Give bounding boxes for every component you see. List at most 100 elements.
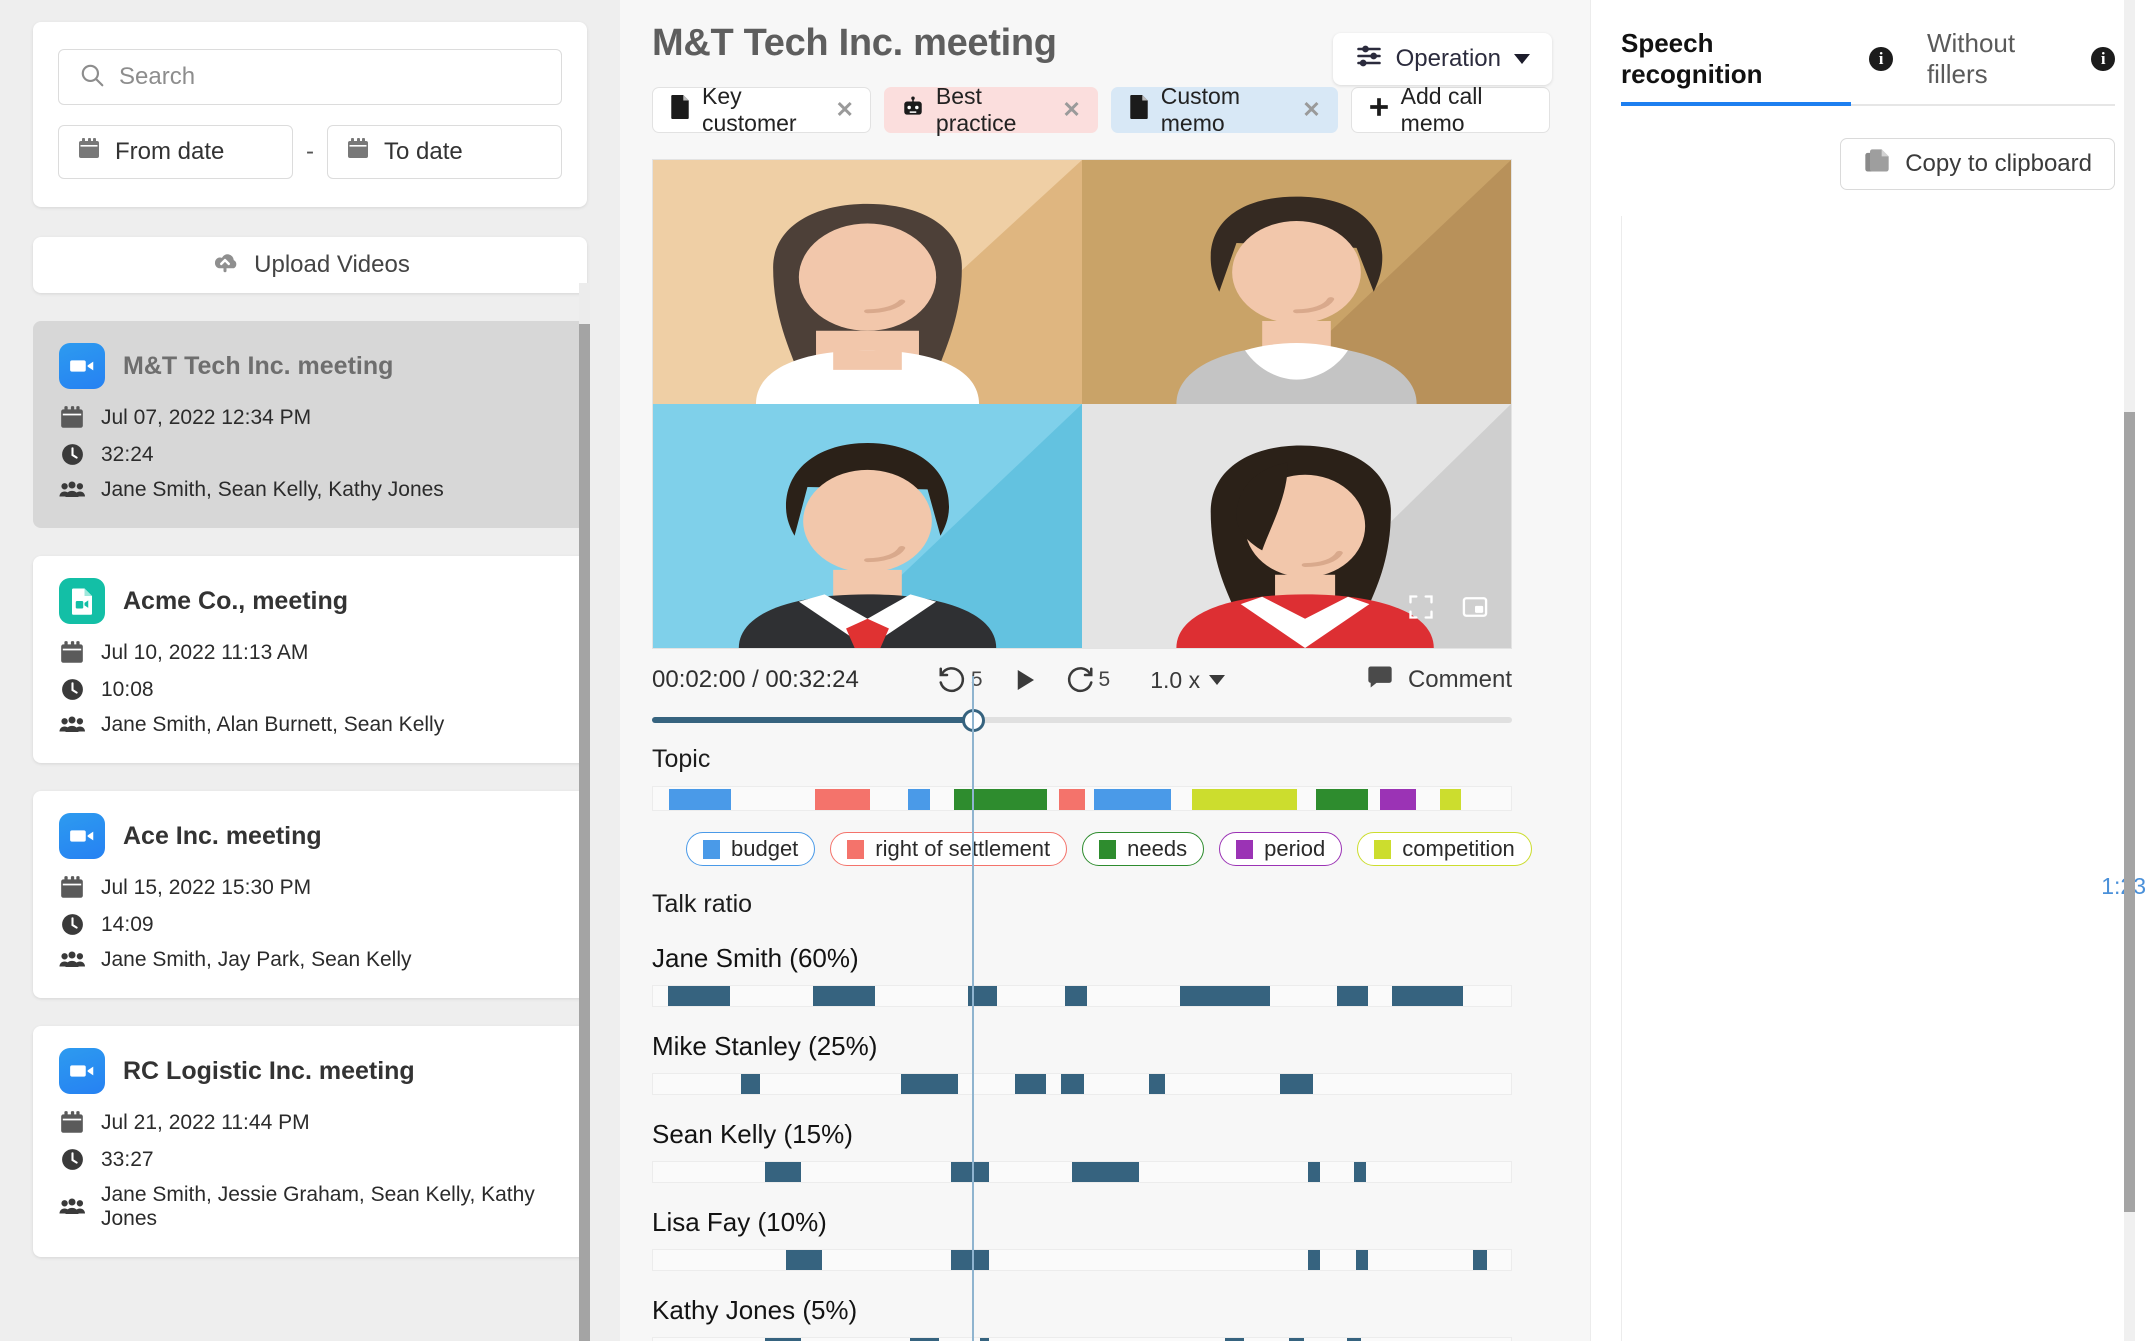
topic-legend: budget right of settlement needs period …	[652, 832, 1550, 866]
transcript-scrollbar-thumb[interactable]	[2124, 412, 2135, 1212]
topic-legend-item[interactable]: period	[1219, 832, 1343, 866]
date-separator: -	[306, 138, 314, 165]
talk-ratio-segment	[1308, 1162, 1321, 1182]
calendar-icon	[59, 1110, 85, 1136]
talk-ratio-timeline[interactable]	[652, 1161, 1512, 1183]
close-icon[interactable]: ✕	[835, 97, 853, 123]
talk-ratio-segment	[1356, 1250, 1368, 1270]
participant-tile-3	[653, 404, 1082, 648]
meeting-participants-row: Jane Smith, Alan Burnett, Sean Kelly	[59, 713, 561, 737]
participant-tile-1	[653, 160, 1082, 404]
meeting-date-row: Jul 07, 2022 12:34 PM	[59, 405, 561, 431]
meeting-duration: 10:08	[101, 677, 154, 701]
talk-ratio-segment	[1060, 1074, 1085, 1094]
meeting-date: Jul 07, 2022 12:34 PM	[101, 406, 312, 429]
playback-speed-value: 1.0 x	[1150, 666, 1201, 693]
zoom-icon	[59, 343, 105, 389]
meeting-participants: Jane Smith, Sean Kelly, Kathy Jones	[101, 478, 444, 501]
talk-ratio-timeline[interactable]	[652, 1073, 1512, 1095]
copy-to-clipboard-button[interactable]: Copy to clipboard	[1840, 138, 2115, 190]
meeting-list-item[interactable]: Acme Co., meeting Jul 10, 2022 11:13 AM …	[33, 556, 587, 763]
talk-ratio-segment	[1148, 1074, 1166, 1094]
topic-segment[interactable]	[1094, 789, 1171, 810]
close-icon[interactable]: ✕	[1302, 97, 1320, 123]
talk-ratio-timeline[interactable]	[652, 985, 1512, 1007]
topic-segment[interactable]	[1192, 789, 1297, 810]
comment-icon	[1366, 663, 1394, 698]
add-call-memo-button[interactable]: Add call memo	[1350, 83, 1550, 136]
forward-button[interactable]: 5	[1065, 665, 1110, 695]
tab-without-fillers[interactable]: Without fillers i	[1927, 28, 2115, 106]
play-button[interactable]	[1009, 665, 1039, 695]
talk-ratio-segment	[765, 1162, 801, 1182]
topic-legend-item[interactable]: budget	[686, 832, 816, 866]
memo-chip-row: Key customer ✕ Best practice ✕ Custom me…	[652, 83, 1550, 136]
to-date-input[interactable]: To date	[327, 125, 562, 179]
meeting-duration-row: 14:09	[59, 912, 561, 937]
topic-legend-item[interactable]: needs	[1082, 832, 1205, 866]
memo-chip[interactable]: Key customer ✕	[652, 83, 871, 136]
talk-ratio-timeline[interactable]	[652, 1249, 1512, 1271]
topic-segment[interactable]	[908, 789, 930, 810]
meeting-participants-row: Jane Smith, Jessie Graham, Sean Kelly, K…	[59, 1183, 561, 1231]
talk-ratio-row: Lisa Fay (10%)	[652, 1207, 1550, 1271]
talk-ratio-segment	[786, 1250, 823, 1270]
memo-chip[interactable]: Best practice ✕	[883, 83, 1098, 136]
operation-button[interactable]: Operation	[1332, 33, 1552, 85]
plus-icon	[1368, 96, 1390, 124]
robot-icon	[901, 95, 925, 125]
playhead-marker	[972, 676, 974, 1341]
copy-to-clipboard-label: Copy to clipboard	[1905, 150, 2092, 177]
chevron-down-icon	[1209, 675, 1226, 685]
topic-segment[interactable]	[1439, 789, 1462, 810]
topic-segment[interactable]	[815, 789, 871, 810]
player-controls: 00:02:00 / 00:32:24 5 5 1.0 x Comment	[652, 649, 1512, 711]
topic-legend-item[interactable]: right of settlement	[830, 832, 1068, 866]
playback-speed-selector[interactable]: 1.0 x	[1150, 666, 1226, 694]
topic-segment[interactable]	[1058, 789, 1085, 810]
topic-segment[interactable]	[669, 789, 732, 810]
video-grid[interactable]	[652, 159, 1512, 649]
meeting-date: Jul 15, 2022 15:30 PM	[101, 876, 312, 899]
topic-segment[interactable]	[1315, 789, 1369, 810]
meeting-list-item[interactable]: RC Logistic Inc. meeting Jul 21, 2022 11…	[33, 1026, 587, 1257]
picture-in-picture-icon[interactable]	[1461, 593, 1489, 626]
talk-ratio-segment	[900, 1074, 959, 1094]
search-input[interactable]: Search	[58, 49, 562, 105]
file-icon	[1128, 95, 1150, 125]
meeting-list-item[interactable]: M&T Tech Inc. meeting Jul 07, 2022 12:34…	[33, 321, 587, 528]
info-icon[interactable]: i	[1869, 47, 1893, 71]
tab-speech-recognition[interactable]: Speech recognition i	[1621, 28, 1893, 106]
meeting-participants-row: Jane Smith, Jay Park, Sean Kelly	[59, 948, 561, 972]
message-meta: 1:23	[1621, 216, 2145, 1341]
topic-timeline[interactable]	[652, 786, 1512, 811]
meeting-list-item[interactable]: Ace Inc. meeting Jul 15, 2022 15:30 PM 1…	[33, 791, 587, 998]
topic-segment[interactable]	[953, 789, 1047, 810]
comment-button[interactable]: Comment	[1366, 663, 1512, 698]
comment-label: Comment	[1407, 666, 1512, 693]
meeting-duration: 32:24	[101, 442, 154, 466]
copy-icon	[1863, 147, 1891, 182]
info-icon[interactable]: i	[2091, 47, 2115, 71]
memo-chip-label: Best practice	[935, 83, 1017, 136]
fullscreen-icon[interactable]	[1407, 593, 1435, 626]
talk-ratio-speaker-label: Mike Stanley (25%)	[652, 1031, 878, 1061]
close-icon[interactable]: ✕	[1062, 97, 1080, 123]
app-root: Search From date - To date Upload Videos…	[0, 0, 2145, 1341]
talk-ratio-timeline[interactable]	[652, 1337, 1512, 1341]
seek-bar[interactable]	[652, 709, 1512, 732]
topic-segment[interactable]	[1380, 789, 1417, 810]
meeting-title: Acme Co., meeting	[123, 586, 349, 615]
rewind-button[interactable]: 5	[937, 665, 983, 695]
message-block: 1:23 I'll be happy to send it to you lat…	[1621, 216, 2145, 1341]
memo-chip[interactable]: Custom memo ✕	[1110, 83, 1338, 136]
upload-videos-button[interactable]: Upload Videos	[33, 237, 587, 293]
from-date-input[interactable]: From date	[58, 125, 293, 179]
meeting-date: Jul 10, 2022 11:13 AM	[101, 641, 309, 664]
legend-label: needs	[1127, 836, 1188, 861]
talk-ratio-speaker-label: Lisa Fay (10%)	[652, 1207, 827, 1237]
meeting-title: M&T Tech Inc. meeting	[123, 351, 394, 380]
talk-ratio-segment	[1353, 1162, 1366, 1182]
sidebar-scrollbar-thumb[interactable]	[579, 324, 590, 1341]
topic-legend-item[interactable]: competition	[1357, 832, 1532, 866]
